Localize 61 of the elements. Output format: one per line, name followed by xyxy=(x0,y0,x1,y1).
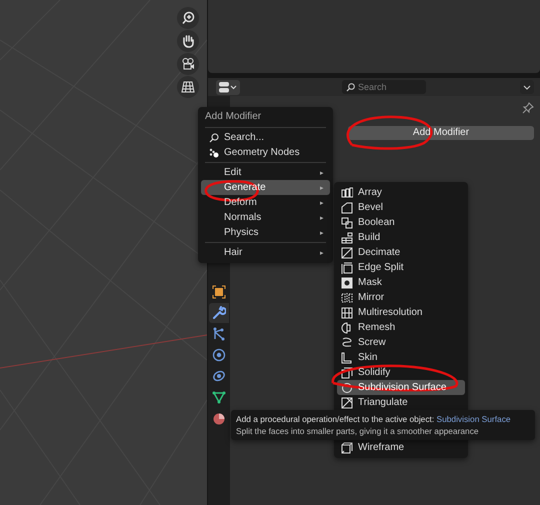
modifier-icon xyxy=(341,202,353,214)
nodes-icon xyxy=(209,148,219,158)
modifier-icon xyxy=(341,216,353,228)
modifier-icon xyxy=(341,352,353,364)
particles-tab-icon xyxy=(212,327,226,341)
grid-icon xyxy=(181,80,195,94)
menu-item[interactable]: Skin xyxy=(337,350,465,365)
menu-item[interactable]: Build xyxy=(337,230,465,245)
modifier-icon xyxy=(341,276,353,288)
modifier-icon xyxy=(341,396,353,408)
menu-item[interactable]: Geometry Nodes xyxy=(201,145,330,160)
add-modifier-button[interactable]: Add Modifier xyxy=(348,126,534,140)
material-tab-icon xyxy=(212,411,226,425)
data-tab-icon xyxy=(212,390,226,404)
menu-item[interactable]: Remesh xyxy=(337,320,465,335)
modifier-icon xyxy=(341,232,353,244)
menu-item[interactable]: Mask xyxy=(337,275,465,290)
camera-icon xyxy=(181,57,195,71)
zoom-icon xyxy=(181,11,195,25)
search-icon xyxy=(346,83,355,92)
modifier-icon xyxy=(341,246,353,258)
tooltip-description: Add a procedural operation/effect to the active object: Subdivision Surface xyxy=(236,413,511,425)
zoom-button[interactable] xyxy=(177,7,199,29)
modifier-icon xyxy=(341,186,353,198)
menu-item[interactable]: Bevel xyxy=(337,200,465,215)
pan-button[interactable] xyxy=(177,30,199,52)
menu-item[interactable]: Edge Split xyxy=(337,260,465,275)
modifier-tab-icon xyxy=(212,306,226,320)
modifier-icon xyxy=(341,336,353,348)
modifier-icon xyxy=(341,322,353,334)
menu-item[interactable]: Triangulate xyxy=(337,395,465,410)
search-icon xyxy=(209,132,219,142)
menu-title: Add Modifier xyxy=(204,110,262,124)
modifier-icon xyxy=(341,366,353,378)
tooltip-detail: Split the faces into smaller parts, giving it a smoother appearance xyxy=(236,425,479,437)
modifier-icon xyxy=(341,442,353,454)
menu-item[interactable]: Mirror xyxy=(337,290,465,305)
constraints-tab-icon xyxy=(212,369,226,383)
menu-item[interactable]: Boolean xyxy=(337,215,465,230)
menu-item[interactable]: Search... xyxy=(201,130,330,145)
modifier-icon xyxy=(341,292,353,304)
editor-type-button[interactable] xyxy=(216,80,240,94)
properties-tab[interactable] xyxy=(209,303,229,323)
pin-icon[interactable] xyxy=(522,102,534,114)
chevron-icon xyxy=(523,84,531,90)
menu-item[interactable]: Array xyxy=(337,185,465,200)
menu-item[interactable]: Multiresolution xyxy=(337,305,465,320)
menu-item[interactable]: Wireframe xyxy=(337,440,465,455)
menu-item[interactable]: Solidify xyxy=(337,365,465,380)
menu-item[interactable]: Decimate xyxy=(337,245,465,260)
modifier-icon xyxy=(341,262,353,274)
camera-button[interactable] xyxy=(177,53,199,75)
physics-tab-icon xyxy=(212,348,226,362)
options-dropdown[interactable] xyxy=(520,80,534,94)
search-field[interactable]: Search xyxy=(342,80,426,94)
grid-view-button[interactable] xyxy=(177,76,199,98)
menu-item[interactable]: Screw xyxy=(337,335,465,350)
hand-icon xyxy=(181,34,195,48)
modifier-icon xyxy=(341,382,353,394)
object-tab-icon xyxy=(212,285,226,299)
modifier-icon xyxy=(341,306,353,318)
